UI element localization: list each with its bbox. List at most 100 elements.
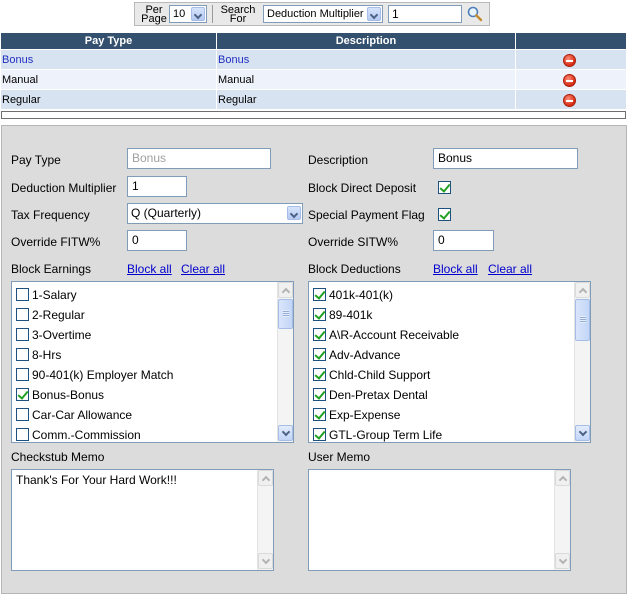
deduction-checkbox[interactable] bbox=[313, 428, 326, 442]
deductions-clear-all-link[interactable]: Clear all bbox=[488, 262, 532, 276]
deduction-label: Chld-Child Support bbox=[329, 368, 431, 382]
cell-pay-type[interactable]: Bonus bbox=[1, 50, 216, 70]
checkstub-memo-text: Thank's For Your Hard Work!!! bbox=[16, 473, 177, 487]
delete-icon[interactable] bbox=[563, 74, 576, 87]
list-item[interactable]: Bonus-Bonus bbox=[16, 385, 104, 405]
scroll-down-icon[interactable] bbox=[278, 425, 293, 441]
deduction-label: Den-Pretax Dental bbox=[329, 388, 428, 402]
earning-checkbox[interactable] bbox=[16, 388, 29, 402]
deduction-checkbox[interactable] bbox=[313, 408, 326, 422]
earning-label: 2-Regular bbox=[32, 308, 85, 322]
chevron-down-icon[interactable] bbox=[191, 7, 205, 21]
list-item[interactable]: 89-401k bbox=[313, 305, 372, 325]
special-payment-flag-label: Special Payment Flag bbox=[308, 208, 425, 222]
list-item[interactable]: 1-Salary bbox=[16, 285, 77, 305]
divider bbox=[212, 5, 213, 23]
scroll-down-icon[interactable] bbox=[258, 553, 273, 569]
divider bbox=[515, 90, 516, 110]
delete-icon[interactable] bbox=[563, 54, 576, 67]
cell-description[interactable]: Regular bbox=[217, 90, 515, 110]
per-page-select[interactable]: 10 bbox=[169, 5, 207, 23]
list-item[interactable]: Car-Car Allowance bbox=[16, 405, 132, 425]
deduction-checkbox[interactable] bbox=[313, 308, 326, 322]
cell-pay-type[interactable]: Regular bbox=[1, 90, 216, 110]
earnings-block-all-link[interactable]: Block all bbox=[127, 262, 172, 276]
table-row[interactable]: Regular Regular bbox=[1, 90, 626, 110]
cell-pay-type[interactable]: Manual bbox=[1, 70, 216, 90]
magnifier-icon[interactable] bbox=[466, 5, 484, 23]
list-item[interactable]: 401k-401(k) bbox=[313, 285, 393, 305]
list-item[interactable]: 90-401(k) Employer Match bbox=[16, 365, 173, 385]
column-header-description[interactable]: Description bbox=[217, 33, 515, 49]
special-payment-flag-checkbox[interactable] bbox=[438, 208, 451, 221]
list-item[interactable]: 3-Overtime bbox=[16, 325, 91, 345]
list-item[interactable]: Comm.-Commission bbox=[16, 425, 141, 442]
list-item[interactable]: Adv-Advance bbox=[313, 345, 400, 365]
deduction-checkbox[interactable] bbox=[313, 348, 326, 362]
block-direct-deposit-label: Block Direct Deposit bbox=[308, 181, 417, 195]
divider bbox=[515, 50, 516, 70]
block-deductions-list[interactable]: 401k-401(k) 89-401k A\R-Account Receivab… bbox=[308, 281, 591, 443]
scroll-up-icon[interactable] bbox=[575, 282, 590, 298]
earning-checkbox[interactable] bbox=[16, 308, 29, 322]
checkstub-memo-scrollbar[interactable] bbox=[257, 470, 273, 570]
scroll-up-icon[interactable] bbox=[278, 282, 293, 298]
deduction-checkbox[interactable] bbox=[313, 368, 326, 382]
pay-type-input[interactable]: Bonus bbox=[127, 148, 271, 169]
earning-checkbox[interactable] bbox=[16, 368, 29, 382]
deduction-checkbox[interactable] bbox=[313, 328, 326, 342]
list-item[interactable]: 2-Regular bbox=[16, 305, 85, 325]
scroll-down-icon[interactable] bbox=[555, 553, 570, 569]
deductions-scrollbar[interactable] bbox=[574, 282, 590, 442]
table-row[interactable]: Manual Manual bbox=[1, 70, 626, 90]
earning-checkbox[interactable] bbox=[16, 408, 29, 422]
divider bbox=[515, 70, 516, 90]
deduction-checkbox[interactable] bbox=[313, 288, 326, 302]
list-item[interactable]: Den-Pretax Dental bbox=[313, 385, 428, 405]
earning-checkbox[interactable] bbox=[16, 288, 29, 302]
tax-frequency-select[interactable]: Q (Quarterly) bbox=[127, 203, 303, 224]
scroll-thumb[interactable] bbox=[278, 299, 293, 329]
block-direct-deposit-checkbox[interactable] bbox=[438, 181, 451, 194]
scroll-thumb[interactable] bbox=[575, 299, 590, 341]
search-toolbar: Per Page 10 Search For Deduction Multipl… bbox=[134, 2, 490, 26]
table-row[interactable]: Bonus Bonus bbox=[1, 50, 626, 70]
earnings-scrollbar[interactable] bbox=[277, 282, 293, 442]
search-field-select[interactable]: Deduction Multiplier bbox=[263, 5, 383, 23]
override-fitw-input[interactable]: 0 bbox=[127, 230, 187, 251]
scroll-up-icon[interactable] bbox=[555, 470, 570, 486]
deductions-block-all-link[interactable]: Block all bbox=[433, 262, 478, 276]
list-item[interactable]: Exp-Expense bbox=[313, 405, 400, 425]
user-memo-textarea[interactable] bbox=[308, 469, 571, 571]
user-memo-scrollbar[interactable] bbox=[554, 470, 570, 570]
chevron-down-icon[interactable] bbox=[367, 7, 381, 21]
earning-checkbox[interactable] bbox=[16, 428, 29, 442]
deduction-checkbox[interactable] bbox=[313, 388, 326, 402]
block-earnings-list[interactable]: 1-Salary 2-Regular 3-Overtime 8-Hrs 90-4… bbox=[11, 281, 294, 443]
earnings-clear-all-link[interactable]: Clear all bbox=[181, 262, 225, 276]
per-page-value: 10 bbox=[173, 8, 186, 20]
earning-label: Comm.-Commission bbox=[32, 428, 141, 442]
earning-checkbox[interactable] bbox=[16, 348, 29, 362]
detail-form-panel: Pay Type Bonus Description Bonus Deducti… bbox=[1, 125, 627, 594]
earning-checkbox[interactable] bbox=[16, 328, 29, 342]
chevron-down-icon[interactable] bbox=[287, 206, 301, 220]
column-header-pay-type[interactable]: Pay Type bbox=[1, 33, 216, 49]
cell-description[interactable]: Bonus bbox=[217, 50, 515, 70]
list-item[interactable]: Chld-Child Support bbox=[313, 365, 430, 385]
list-item[interactable]: GTL-Group Term Life bbox=[313, 425, 442, 442]
deduction-multiplier-input[interactable]: 1 bbox=[127, 176, 187, 197]
search-input[interactable]: 1 bbox=[388, 5, 462, 23]
override-sitw-input[interactable]: 0 bbox=[433, 230, 494, 251]
search-field-value: Deduction Multiplier bbox=[267, 8, 364, 20]
scroll-up-icon[interactable] bbox=[258, 470, 273, 486]
tax-frequency-label: Tax Frequency bbox=[11, 208, 90, 222]
list-item[interactable]: 8-Hrs bbox=[16, 345, 61, 365]
description-input[interactable]: Bonus bbox=[433, 148, 578, 169]
scroll-down-icon[interactable] bbox=[575, 425, 590, 441]
list-item[interactable]: A\R-Account Receivable bbox=[313, 325, 459, 345]
checkstub-memo-textarea[interactable]: Thank's For Your Hard Work!!! bbox=[11, 469, 274, 571]
earning-label: 3-Overtime bbox=[32, 328, 92, 342]
cell-description[interactable]: Manual bbox=[217, 70, 515, 90]
delete-icon[interactable] bbox=[563, 94, 576, 107]
